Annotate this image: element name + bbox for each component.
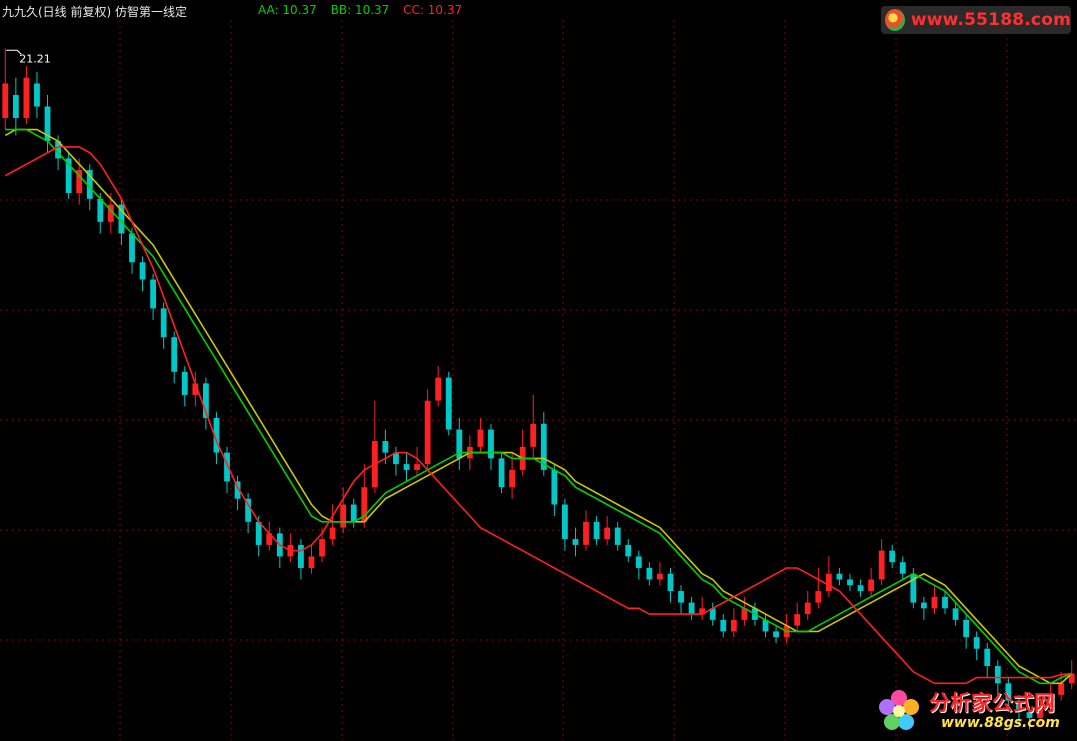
indicator-values: AA: 10.37 BB: 10.37 CC: 10.37 <box>258 3 472 17</box>
candle-down <box>561 504 568 540</box>
high-marker-label: 21.21 <box>19 52 51 65</box>
candle-down <box>952 608 959 620</box>
candle-down <box>445 377 452 430</box>
candle-down <box>403 464 410 470</box>
candle-down <box>382 441 389 453</box>
candle-up <box>435 377 442 401</box>
indicator-cc-label: CC: <box>403 3 424 17</box>
candlestick-chart: 21.21 <box>0 20 1077 741</box>
candle-down <box>614 527 621 545</box>
site-logo-top[interactable]: www.55188.com <box>881 6 1071 34</box>
candle-down <box>34 83 40 107</box>
indicator-aa: AA: 10.37 <box>258 3 317 17</box>
candle-up <box>308 556 315 568</box>
candle-up <box>794 614 801 626</box>
candle-down <box>773 631 779 638</box>
high-marker: 21.21 <box>6 49 51 65</box>
candle-down <box>498 458 505 488</box>
candle-down <box>942 596 948 609</box>
candle-down <box>688 602 695 615</box>
candle-up <box>804 602 811 615</box>
candle-down <box>551 469 558 505</box>
candle-down <box>678 591 684 603</box>
candle-up <box>583 521 589 545</box>
candle-down <box>899 562 906 574</box>
candle-down <box>889 550 896 563</box>
candle-down <box>129 233 135 263</box>
cc-line <box>4 146 1072 685</box>
candle-down <box>920 602 927 609</box>
candle-down <box>12 94 19 119</box>
candle-down <box>836 573 843 580</box>
indicator-aa-label: AA: <box>258 3 279 17</box>
candle-down <box>255 521 262 545</box>
site-url-top: www.55188.com <box>910 10 1071 30</box>
indicator-cc: CC: 10.37 <box>403 3 462 17</box>
candle-down <box>646 567 653 580</box>
candle-up <box>530 423 537 447</box>
candle-down <box>973 637 980 649</box>
candle-down <box>488 429 494 459</box>
candle-down <box>97 198 104 222</box>
candle-down <box>984 648 991 667</box>
site-name-bottom: 分析家公式网 <box>929 691 1055 715</box>
candle-down <box>635 556 642 568</box>
candle-down <box>720 619 727 632</box>
indicator-aa-value: 10.37 <box>282 3 317 17</box>
indicator-cc-value: 10.37 <box>427 3 463 17</box>
candle-up <box>424 400 431 465</box>
candle-down <box>847 579 853 586</box>
candle-up <box>319 539 325 557</box>
candle-up <box>340 504 347 528</box>
site-logo-bottom[interactable]: 分析家公式网 www.88gs.com <box>875 685 1071 737</box>
candle-down <box>150 279 157 309</box>
candle-down <box>181 371 188 395</box>
candle-up <box>878 550 885 580</box>
chart-title: 九九久(日线 前复权) 仿智第一线定 <box>2 5 187 19</box>
candle-up <box>604 527 611 540</box>
candle-up <box>2 83 9 119</box>
candle-up <box>329 527 336 540</box>
candle-series <box>2 48 1075 730</box>
candle-down <box>171 337 178 372</box>
candle-up <box>868 579 875 592</box>
candle-down <box>857 585 864 592</box>
candle-up <box>825 573 832 592</box>
candle-down <box>593 521 600 540</box>
candle-up <box>414 464 420 470</box>
candle-up <box>509 469 516 488</box>
candle-up <box>23 77 30 119</box>
indicator-bb-value: 10.37 <box>354 3 390 17</box>
candle-down <box>994 666 1001 684</box>
candle-down <box>139 262 146 280</box>
candle-down <box>667 573 674 592</box>
candle-down <box>298 544 304 568</box>
indicator-bb: BB: 10.37 <box>331 3 390 17</box>
logo-disc-icon <box>885 9 905 31</box>
candle-down <box>572 539 579 545</box>
candle-up <box>730 619 737 632</box>
candle-down <box>160 308 167 338</box>
candle-down <box>963 619 970 638</box>
candle-up <box>477 429 484 447</box>
indicator-bb-label: BB: <box>330 3 352 17</box>
candle-up <box>931 596 938 609</box>
site-url-bottom: www.88gs.com <box>941 715 1060 731</box>
chart-grid <box>0 20 1077 741</box>
candle-down <box>350 504 357 522</box>
candle-down <box>625 544 632 557</box>
candle-up <box>657 573 663 580</box>
candle-up <box>815 591 822 603</box>
flower-icon <box>879 690 919 730</box>
